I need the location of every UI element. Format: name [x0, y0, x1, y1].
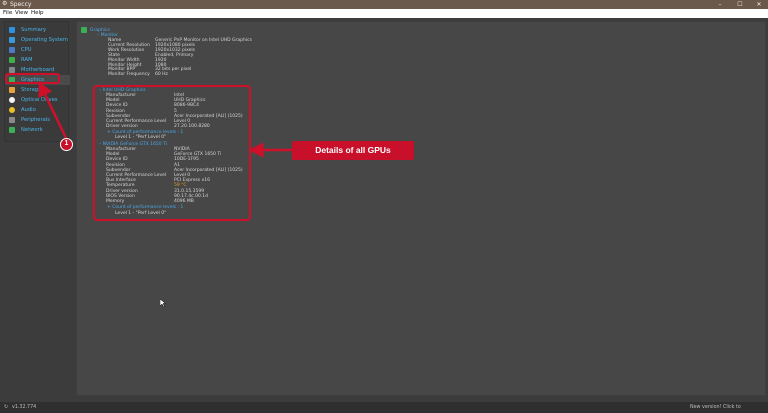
minimize-button[interactable]: – — [713, 0, 727, 9]
sidebar-item-ram[interactable]: RAM — [5, 55, 70, 65]
sidebar-item-label: Peripherals — [21, 117, 50, 123]
version-label: v1.32.774 — [12, 405, 37, 410]
graphics-highlight-box — [5, 73, 60, 84]
status-bar: ↻ v1.32.774 New version! Click to downlo… — [0, 402, 768, 413]
menu-help[interactable]: Help — [31, 9, 44, 18]
title-bar: ⚙ Speccy – ☐ ✕ — [0, 0, 768, 9]
graphics-section-icon — [81, 27, 87, 33]
window-title: Speccy — [10, 1, 32, 8]
sidebar-item-audio[interactable]: Audio — [5, 105, 70, 115]
gpu-details-callout: Details of all GPUs — [292, 141, 414, 160]
sidebar-item-label: Network — [21, 127, 43, 133]
sidebar-item-optical-drives[interactable]: Optical Drives — [5, 95, 70, 105]
network-icon — [9, 127, 15, 133]
speccy-app-icon: ⚙ — [2, 0, 8, 7]
gpu-details-highlight-box — [93, 85, 251, 221]
peripherals-icon — [9, 117, 15, 123]
storage-icon — [9, 87, 15, 93]
menu-file[interactable]: File — [3, 9, 12, 18]
monitor-row-key: Monitor Frequency — [108, 72, 150, 78]
sidebar-item-label: RAM — [21, 57, 33, 63]
menu-view[interactable]: View — [15, 9, 28, 18]
sidebar-item-peripherals[interactable]: Peripherals — [5, 115, 70, 125]
update-link[interactable]: New version! Click to download... — [690, 402, 768, 413]
sidebar-item-storage[interactable]: Storage — [5, 85, 70, 95]
windows-icon — [9, 37, 15, 43]
sidebar-item-network[interactable]: Network — [5, 125, 70, 135]
sidebar-item-label: Operating System — [21, 37, 68, 43]
summary-icon — [9, 27, 15, 33]
optical-drive-icon — [9, 97, 15, 103]
refresh-icon: ↻ — [4, 405, 9, 410]
sidebar-item-summary[interactable]: Summary — [5, 25, 70, 35]
maximize-button[interactable]: ☐ — [733, 0, 747, 9]
ram-icon — [9, 57, 15, 63]
sidebar-item-label: Summary — [21, 27, 47, 33]
sidebar-item-operating-system[interactable]: Operating System — [5, 35, 70, 45]
sidebar-item-label: Optical Drives — [21, 97, 58, 103]
menu-bar: File View Help — [0, 9, 768, 18]
sidebar-item-label: Audio — [21, 107, 36, 113]
mouse-cursor-icon — [160, 299, 166, 307]
monitor-row-value: 60 Hz — [155, 72, 168, 78]
cpu-icon — [9, 47, 15, 53]
audio-icon — [9, 107, 15, 113]
sidebar-item-cpu[interactable]: CPU — [5, 45, 70, 55]
sidebar-item-label: Storage — [21, 87, 42, 93]
close-button[interactable]: ✕ — [752, 0, 766, 9]
step-badge: 1 — [60, 138, 73, 151]
sidebar-item-label: CPU — [21, 47, 32, 53]
